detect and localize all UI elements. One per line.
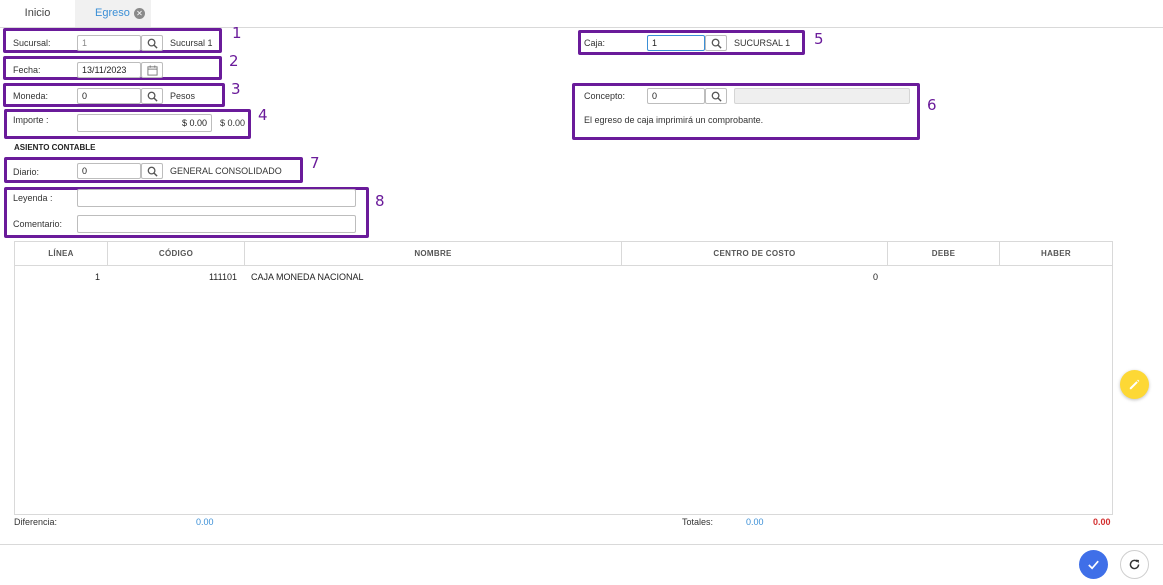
concepto-label: Concepto: bbox=[584, 91, 626, 101]
concepto-description-field bbox=[734, 88, 910, 104]
edit-button[interactable] bbox=[1120, 370, 1149, 399]
caja-description: SUCURSAL 1 bbox=[734, 38, 791, 48]
sucursal-label: Sucursal: bbox=[13, 38, 51, 48]
concepto-search-button[interactable] bbox=[705, 88, 727, 104]
sucursal-description: Sucursal 1 bbox=[170, 38, 213, 48]
diferencia-label: Diferencia: bbox=[14, 517, 58, 527]
diario-label: Diario: bbox=[13, 167, 40, 177]
cell-linea: 1 bbox=[94, 272, 100, 282]
moneda-label: Moneda: bbox=[13, 91, 49, 101]
search-icon bbox=[711, 38, 722, 49]
refresh-icon bbox=[1129, 559, 1140, 570]
asiento-contable-title: ASIENTO CONTABLE bbox=[14, 143, 96, 152]
annotation-number-8: 8 bbox=[375, 192, 385, 210]
column-header-centro-de-costo[interactable]: CENTRO DE COSTO bbox=[622, 242, 888, 266]
close-icon[interactable]: ✕ bbox=[134, 8, 145, 19]
annotation-number-7: 7 bbox=[310, 154, 320, 172]
fecha-calendar-button[interactable] bbox=[141, 62, 163, 78]
leyenda-input[interactable] bbox=[77, 189, 356, 207]
moneda-input[interactable] bbox=[77, 88, 141, 104]
importe-input[interactable] bbox=[77, 114, 212, 132]
column-header-debe[interactable]: DEBE bbox=[888, 242, 1000, 266]
totales-label: Totales: bbox=[682, 517, 714, 527]
column-header-haber[interactable]: HABER bbox=[1000, 242, 1112, 266]
concepto-note: El egreso de caja imprimirá un comproban… bbox=[584, 115, 764, 125]
refresh-button[interactable] bbox=[1120, 550, 1149, 579]
check-icon bbox=[1088, 560, 1099, 570]
search-icon bbox=[147, 166, 158, 177]
annotation-number-2: 2 bbox=[229, 52, 239, 70]
cell-codigo: 111101 bbox=[208, 272, 237, 282]
totales-haber-value: 0.00 bbox=[1093, 517, 1111, 527]
comentario-label: Comentario: bbox=[13, 219, 63, 229]
tab-bar: Inicio Egreso ✕ bbox=[0, 0, 1163, 28]
cell-nombre: CAJA MONEDA NACIONAL bbox=[251, 272, 364, 282]
caja-input[interactable] bbox=[647, 35, 705, 51]
leyenda-label: Leyenda : bbox=[13, 193, 53, 203]
comentario-input[interactable] bbox=[77, 215, 356, 233]
column-header-nombre[interactable]: NOMBRE bbox=[245, 242, 622, 266]
annotation-number-1: 1 bbox=[232, 24, 242, 42]
column-header-linea[interactable]: LÍNEA bbox=[15, 242, 108, 266]
grid-header: LÍNEA CÓDIGO NOMBRE CENTRO DE COSTO DEBE… bbox=[15, 242, 1112, 266]
annotation-number-4: 4 bbox=[258, 106, 268, 124]
search-icon bbox=[147, 91, 158, 102]
column-header-codigo[interactable]: CÓDIGO bbox=[108, 242, 245, 266]
importe-label: Importe : bbox=[13, 115, 49, 125]
search-icon bbox=[147, 38, 158, 49]
tab-egreso[interactable]: Egreso ✕ bbox=[75, 0, 151, 27]
annotation-number-3: 3 bbox=[231, 80, 241, 98]
search-icon bbox=[711, 91, 722, 102]
asiento-grid: LÍNEA CÓDIGO NOMBRE CENTRO DE COSTO DEBE… bbox=[14, 241, 1113, 515]
annotation-number-6: 6 bbox=[927, 96, 937, 114]
moneda-description: Pesos bbox=[170, 91, 196, 101]
cell-centro-de-costo: 0 bbox=[872, 272, 878, 282]
caja-search-button[interactable] bbox=[705, 35, 727, 51]
totales-debe-value: 0.00 bbox=[746, 517, 764, 527]
diferencia-value: 0.00 bbox=[196, 517, 214, 527]
importe-description: $ 0.00 bbox=[220, 118, 246, 128]
diario-description: GENERAL CONSOLIDADO bbox=[170, 166, 282, 176]
moneda-search-button[interactable] bbox=[141, 88, 163, 104]
sucursal-input[interactable] bbox=[77, 35, 141, 51]
annotation-number-5: 5 bbox=[814, 30, 824, 48]
bottom-divider bbox=[0, 544, 1163, 545]
fecha-input[interactable] bbox=[77, 62, 141, 78]
pencil-icon bbox=[1129, 379, 1140, 390]
fecha-label: Fecha: bbox=[13, 65, 41, 75]
diario-input[interactable] bbox=[77, 163, 141, 179]
sucursal-search-button[interactable] bbox=[141, 35, 163, 51]
diario-search-button[interactable] bbox=[141, 163, 163, 179]
confirm-button[interactable] bbox=[1079, 550, 1108, 579]
caja-label: Caja: bbox=[584, 38, 606, 48]
calendar-icon bbox=[147, 65, 158, 76]
tab-inicio[interactable]: Inicio bbox=[0, 0, 75, 27]
tab-egreso-label: Egreso bbox=[95, 7, 130, 19]
concepto-input[interactable] bbox=[647, 88, 705, 104]
